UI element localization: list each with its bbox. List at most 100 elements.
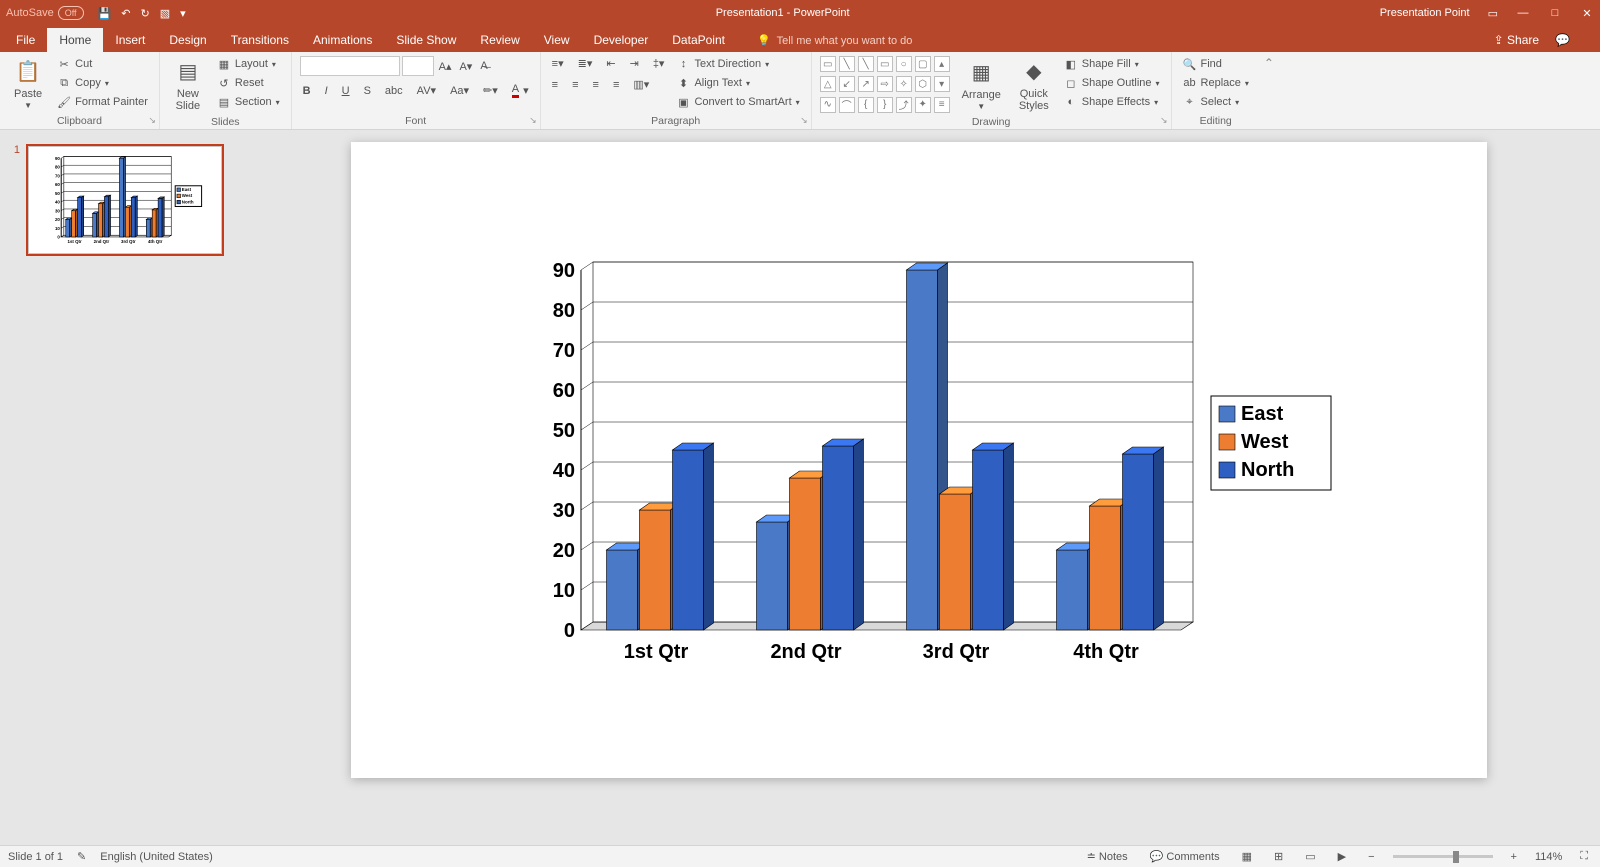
shape-arc-icon[interactable]: ⌒ xyxy=(839,97,855,113)
format-painter-button[interactable]: 🖌Format Painter xyxy=(54,94,151,110)
tab-view[interactable]: View xyxy=(532,28,582,52)
align-right-button[interactable]: ≡ xyxy=(590,77,602,92)
tab-animations[interactable]: Animations xyxy=(301,28,384,52)
tab-transitions[interactable]: Transitions xyxy=(219,28,301,52)
align-text-button[interactable]: ⬍Align Text▾ xyxy=(673,75,802,91)
zoom-in-button[interactable]: + xyxy=(1507,851,1521,863)
fit-to-window-button[interactable]: ⛶ xyxy=(1576,850,1592,863)
shape-rect-icon[interactable]: ▭ xyxy=(820,56,836,72)
tab-slideshow[interactable]: Slide Show xyxy=(384,28,468,52)
zoom-slider[interactable] xyxy=(1393,855,1493,858)
language-status[interactable]: English (United States) xyxy=(100,851,213,863)
shape-hex-icon[interactable]: ⬡ xyxy=(915,76,931,92)
replace-button[interactable]: abReplace▾ xyxy=(1180,75,1252,91)
increase-indent-button[interactable]: ⇥ xyxy=(627,56,642,71)
justify-button[interactable]: ≡ xyxy=(610,77,622,92)
text-direction-button[interactable]: ↕Text Direction▾ xyxy=(673,56,802,72)
tab-home[interactable]: Home xyxy=(47,28,103,52)
share-button[interactable]: ⇪ Share xyxy=(1494,33,1539,47)
shape-outline-button[interactable]: ◻Shape Outline▾ xyxy=(1061,75,1163,91)
zoom-out-button[interactable]: − xyxy=(1364,851,1378,863)
slide-count[interactable]: Slide 1 of 1 xyxy=(8,851,63,863)
bullets-button[interactable]: ≡▾ xyxy=(549,56,567,71)
shape-star2-icon[interactable]: ✦ xyxy=(915,97,931,113)
comments-button[interactable]: 💬 Comments xyxy=(1146,850,1224,863)
arrange-button[interactable]: ▦ Arrange ▼ xyxy=(956,56,1007,114)
shape-rect2-icon[interactable]: ▭ xyxy=(877,56,893,72)
gallery-more-icon[interactable]: ≡ xyxy=(934,97,950,113)
numbering-button[interactable]: ≣▾ xyxy=(575,56,596,71)
tab-datapoint[interactable]: DataPoint xyxy=(660,28,737,52)
minimize-button[interactable]: — xyxy=(1516,7,1530,19)
shape-star-icon[interactable]: ✧ xyxy=(896,76,912,92)
tab-developer[interactable]: Developer xyxy=(582,28,661,52)
shape-fill-button[interactable]: ◧Shape Fill▾ xyxy=(1061,56,1163,72)
font-family-input[interactable] xyxy=(300,56,400,76)
collapse-ribbon-button[interactable]: ⌃ xyxy=(1260,52,1278,129)
slide-canvas[interactable]: 01020304050607080901st Qtr2nd Qtr3rd Qtr… xyxy=(351,142,1487,778)
shape-curve-icon[interactable]: ∿ xyxy=(820,97,836,113)
font-highlight-button[interactable]: ✏▾ xyxy=(480,82,501,99)
clipboard-dialog-launcher[interactable]: ↘ xyxy=(148,115,156,126)
paste-button[interactable]: 📋 Paste ▼ xyxy=(8,56,48,113)
shape-line-icon[interactable]: ╲ xyxy=(839,56,855,72)
shape-line2-icon[interactable]: ╲ xyxy=(858,56,874,72)
notes-button[interactable]: ≐ Notes xyxy=(1083,850,1132,863)
layout-button[interactable]: ▦Layout▾ xyxy=(214,56,283,72)
increase-font-button[interactable]: A▴ xyxy=(436,59,455,74)
presentation-point-label[interactable]: Presentation Point xyxy=(1380,7,1470,19)
shapes-gallery[interactable]: ▭╲╲▭○▢▴ △↙↗⇨✧⬡▾ ∿⌒{}⤴✦≡ xyxy=(820,56,950,114)
normal-view-button[interactable]: ▦ xyxy=(1238,850,1256,863)
section-button[interactable]: ▤Section▾ xyxy=(214,94,283,110)
cut-button[interactable]: ✂Cut xyxy=(54,56,151,72)
decrease-indent-button[interactable]: ⇤ xyxy=(603,56,618,71)
undo-icon[interactable]: ↶ xyxy=(121,7,130,20)
close-button[interactable]: ✕ xyxy=(1580,7,1594,20)
tell-me-search[interactable]: 💡 Tell me what you want to do xyxy=(757,34,912,52)
reset-button[interactable]: ↺Reset xyxy=(214,75,283,91)
font-color-button[interactable]: A▾ xyxy=(509,82,532,99)
slide-editor[interactable]: 01020304050607080901st Qtr2nd Qtr3rd Qtr… xyxy=(238,130,1600,845)
start-from-beginning-icon[interactable]: ▧ xyxy=(160,7,170,20)
ribbon-display-options-icon[interactable]: ▭ xyxy=(1488,7,1498,20)
new-slide-button[interactable]: ▤ New Slide xyxy=(168,56,208,114)
shadow-button[interactable]: S xyxy=(361,82,374,99)
convert-smartart-button[interactable]: ▣Convert to SmartArt▾ xyxy=(673,94,802,110)
columns-button[interactable]: ▥▾ xyxy=(630,77,652,92)
find-button[interactable]: 🔍Find xyxy=(1180,56,1252,72)
shape-tri-icon[interactable]: △ xyxy=(820,76,836,92)
shape-arrow-icon[interactable]: ⇨ xyxy=(877,76,893,92)
slide-thumbnail-1[interactable]: 01020304050607080901st Qtr2nd Qtr3rd Qtr… xyxy=(26,144,224,256)
shape-brace2-icon[interactable]: } xyxy=(877,97,893,113)
spellcheck-icon[interactable]: ✎ xyxy=(77,850,86,863)
slide-sorter-button[interactable]: ⊞ xyxy=(1270,850,1287,863)
tab-review[interactable]: Review xyxy=(468,28,531,52)
maximize-button[interactable]: □ xyxy=(1548,7,1562,19)
gallery-down-icon[interactable]: ▾ xyxy=(934,76,950,92)
comments-icon[interactable]: 💬 xyxy=(1555,33,1570,47)
line-spacing-button[interactable]: ‡▾ xyxy=(650,56,668,71)
strikethrough-button[interactable]: abc xyxy=(382,82,406,99)
tab-file[interactable]: File xyxy=(4,28,47,52)
tab-design[interactable]: Design xyxy=(157,28,218,52)
clear-formatting-button[interactable]: A̶ xyxy=(477,59,490,73)
gallery-up-icon[interactable]: ▴ xyxy=(934,56,950,72)
slideshow-view-button[interactable]: ▶ xyxy=(1334,850,1350,863)
quick-styles-button[interactable]: ◆ Quick Styles xyxy=(1013,56,1055,114)
save-icon[interactable]: 💾 xyxy=(98,7,112,20)
zoom-level[interactable]: 114% xyxy=(1535,851,1562,863)
shape-oval-icon[interactable]: ○ xyxy=(896,56,912,72)
shape-connector-icon[interactable]: ⤴ xyxy=(896,97,912,113)
autosave-toggle[interactable]: AutoSave Off xyxy=(6,6,84,20)
shape-brace-icon[interactable]: { xyxy=(858,97,874,113)
drawing-dialog-launcher[interactable]: ↘ xyxy=(1160,115,1168,126)
decrease-font-button[interactable]: A▾ xyxy=(456,59,475,74)
font-dialog-launcher[interactable]: ↘ xyxy=(529,115,537,126)
align-center-button[interactable]: ≡ xyxy=(569,77,581,92)
paragraph-dialog-launcher[interactable]: ↘ xyxy=(800,115,808,126)
align-left-button[interactable]: ≡ xyxy=(549,77,561,92)
zoom-slider-thumb[interactable] xyxy=(1453,851,1459,863)
character-spacing-button[interactable]: AV▾ xyxy=(414,82,439,99)
chart-object[interactable]: 01020304050607080901st Qtr2nd Qtr3rd Qtr… xyxy=(521,260,1351,680)
select-button[interactable]: ⌖Select▾ xyxy=(1180,94,1252,110)
